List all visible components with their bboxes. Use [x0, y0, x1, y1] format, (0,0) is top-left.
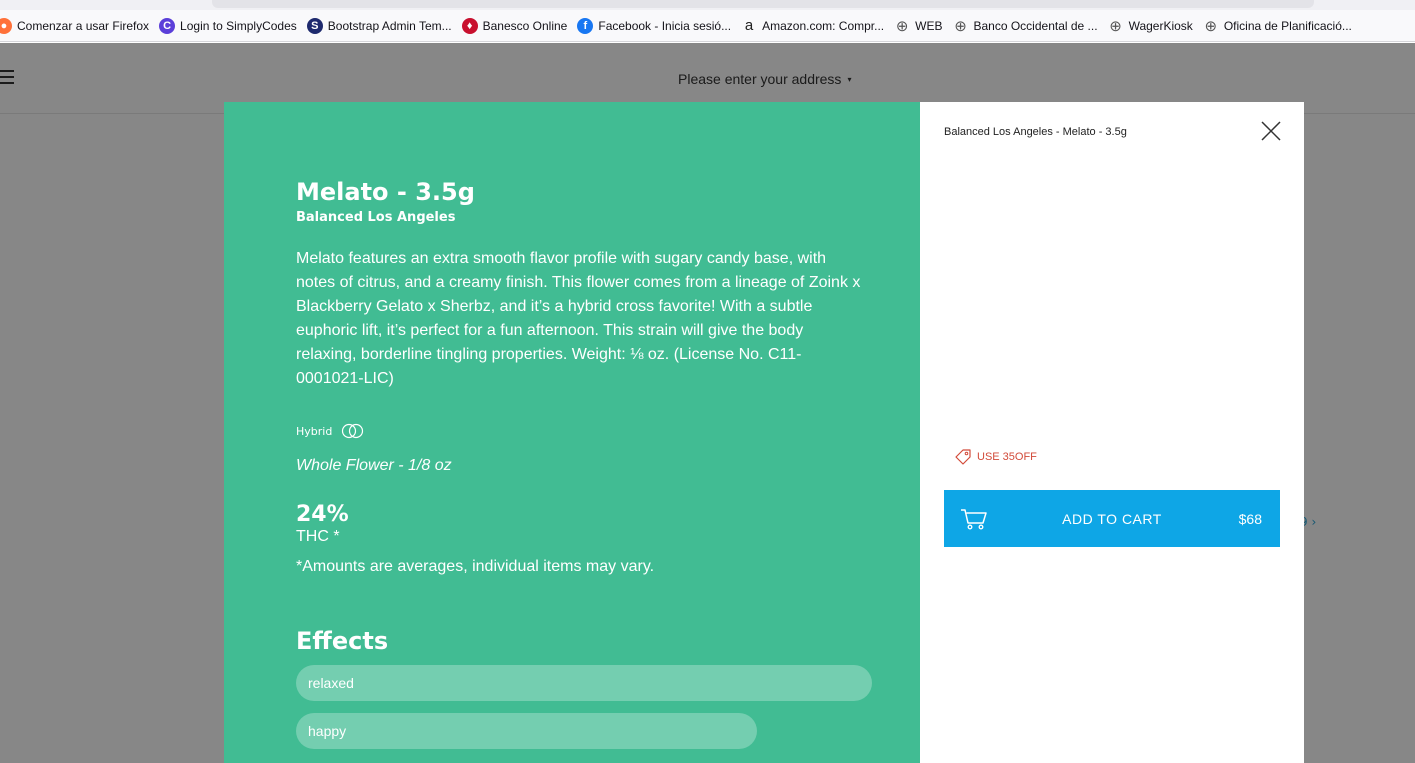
effect-bar: relaxed [296, 665, 872, 701]
bookmark-item[interactable]: S Bootstrap Admin Tem... [306, 17, 452, 34]
bookmark-item[interactable]: ⊕ WEB [894, 17, 943, 35]
bookmark-label: Banesco Online [482, 18, 568, 33]
globe-icon: ⊕ [954, 17, 967, 35]
product-price: $68 [1238, 510, 1262, 527]
url-bar[interactable] [212, 0, 1314, 8]
bookmarks-toolbar: ● Comenzar a usar Firefox C Login to Simply… [0, 10, 1415, 42]
bookmark-label: Banco Occidental de ... [973, 18, 1098, 33]
add-to-cart-button[interactable]: ADD TO CART $68 [944, 490, 1280, 547]
simplycodes-icon: C [159, 17, 176, 34]
promo-code-text: USE 35OFF [977, 451, 1037, 463]
bookmark-label: WagerKiosk [1128, 18, 1193, 33]
banesco-icon: ♦ [461, 17, 478, 34]
bookmark-item[interactable]: ⊕ Oficina de Planificació... [1203, 17, 1352, 35]
purchase-panel: Balanced Los Angeles - Melato - 3.5g USE… [920, 102, 1304, 763]
close-icon[interactable] [1258, 118, 1284, 144]
bootstrap-s-icon: S [306, 17, 323, 34]
globe-icon: ⊕ [895, 17, 909, 35]
potency-disclaimer: *Amounts are averages, individual items … [296, 558, 655, 575]
bookmark-item[interactable]: a Amazon.com: Compr... [741, 17, 885, 34]
bookmark-label: WEB [915, 18, 943, 33]
bookmark-item[interactable]: C Login to SimplyCodes [159, 17, 297, 34]
amazon-icon: a [744, 17, 754, 34]
thc-label: THC * [296, 528, 340, 545]
add-to-cart-label: ADD TO CART [1062, 510, 1162, 527]
product-brand: Balanced Los Angeles [296, 210, 456, 225]
tag-icon [955, 449, 971, 465]
bookmark-item[interactable]: ⊕ Banco Occidental de ... [952, 17, 1098, 35]
bookmark-label: Facebook - Inicia sesió... [598, 18, 732, 33]
product-info-panel: Melato - 3.5g Balanced Los Angeles Melat… [224, 102, 920, 763]
product-title: Melato - 3.5g [296, 178, 475, 206]
globe-icon: ⊕ [1109, 17, 1122, 35]
globe-icon: ⊕ [1204, 17, 1218, 35]
bookmark-label: Oficina de Planificació... [1223, 18, 1352, 33]
hybrid-icon [342, 423, 364, 439]
bookmark-label: Bootstrap Admin Tem... [327, 18, 452, 33]
product-description: Melato features an extra smooth flavor p… [296, 250, 861, 387]
thc-value: 24% [296, 502, 349, 527]
strain-type: Hybrid [296, 423, 872, 439]
bookmark-label: Login to SimplyCodes [180, 18, 297, 33]
effects-list: relaxed happy [296, 665, 872, 749]
bookmark-label: Comenzar a usar Firefox [17, 18, 150, 33]
product-breadcrumb: Balanced Los Angeles - Melato - 3.5g [944, 126, 1127, 138]
bookmark-label: Amazon.com: Compr... [762, 18, 885, 33]
bookmark-item[interactable]: ● Comenzar a usar Firefox [0, 17, 150, 34]
product-modal: Melato - 3.5g Balanced Los Angeles Melat… [224, 102, 1304, 763]
facebook-icon: f [577, 17, 594, 34]
strain-type-label: Hybrid [296, 424, 333, 438]
bookmark-item[interactable]: f Facebook - Inicia sesió... [577, 17, 732, 34]
bookmark-item[interactable]: ⊕ WagerKiosk [1108, 17, 1193, 35]
effect-bar: happy [296, 713, 757, 749]
firefox-icon: ● [0, 17, 12, 34]
product-category: Whole Flower - 1/8 oz [296, 457, 452, 474]
browser-tab-strip [0, 0, 1415, 10]
effects-heading: Effects [296, 627, 389, 655]
promo-code[interactable]: USE 35OFF [954, 448, 1037, 466]
effect-label: happy [308, 723, 347, 739]
effect-label: relaxed [308, 675, 354, 691]
bookmark-item[interactable]: ♦ Banesco Online [461, 17, 568, 34]
